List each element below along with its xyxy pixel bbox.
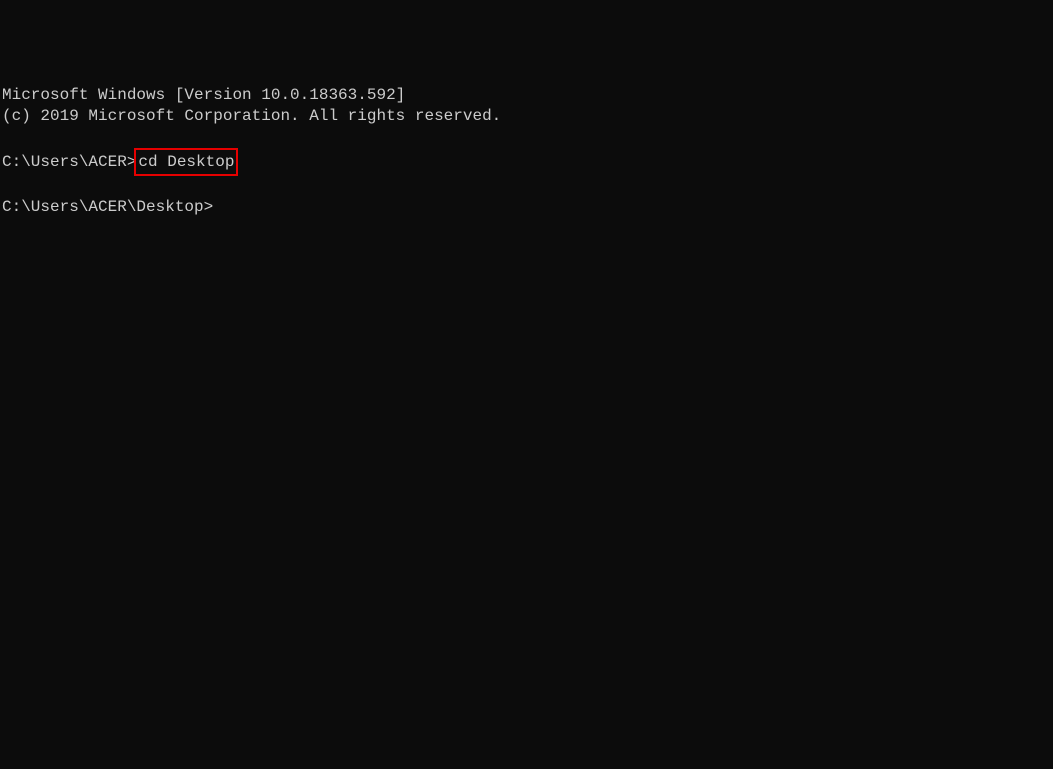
command-line-1: C:\Users\ACER>cd Desktop <box>2 148 1051 177</box>
prompt-path-2: C:\Users\ACER\Desktop> <box>2 198 213 216</box>
blank-line <box>2 127 1051 148</box>
prompt-path-1: C:\Users\ACER> <box>2 153 136 171</box>
copyright-line: (c) 2019 Microsoft Corporation. All righ… <box>2 106 1051 127</box>
command-line-2[interactable]: C:\Users\ACER\Desktop> <box>2 197 1051 218</box>
highlighted-command: cd Desktop <box>134 148 238 177</box>
version-line: Microsoft Windows [Version 10.0.18363.59… <box>2 85 1051 106</box>
terminal-window[interactable]: Microsoft Windows [Version 10.0.18363.59… <box>2 85 1051 665</box>
blank-line <box>2 176 1051 197</box>
